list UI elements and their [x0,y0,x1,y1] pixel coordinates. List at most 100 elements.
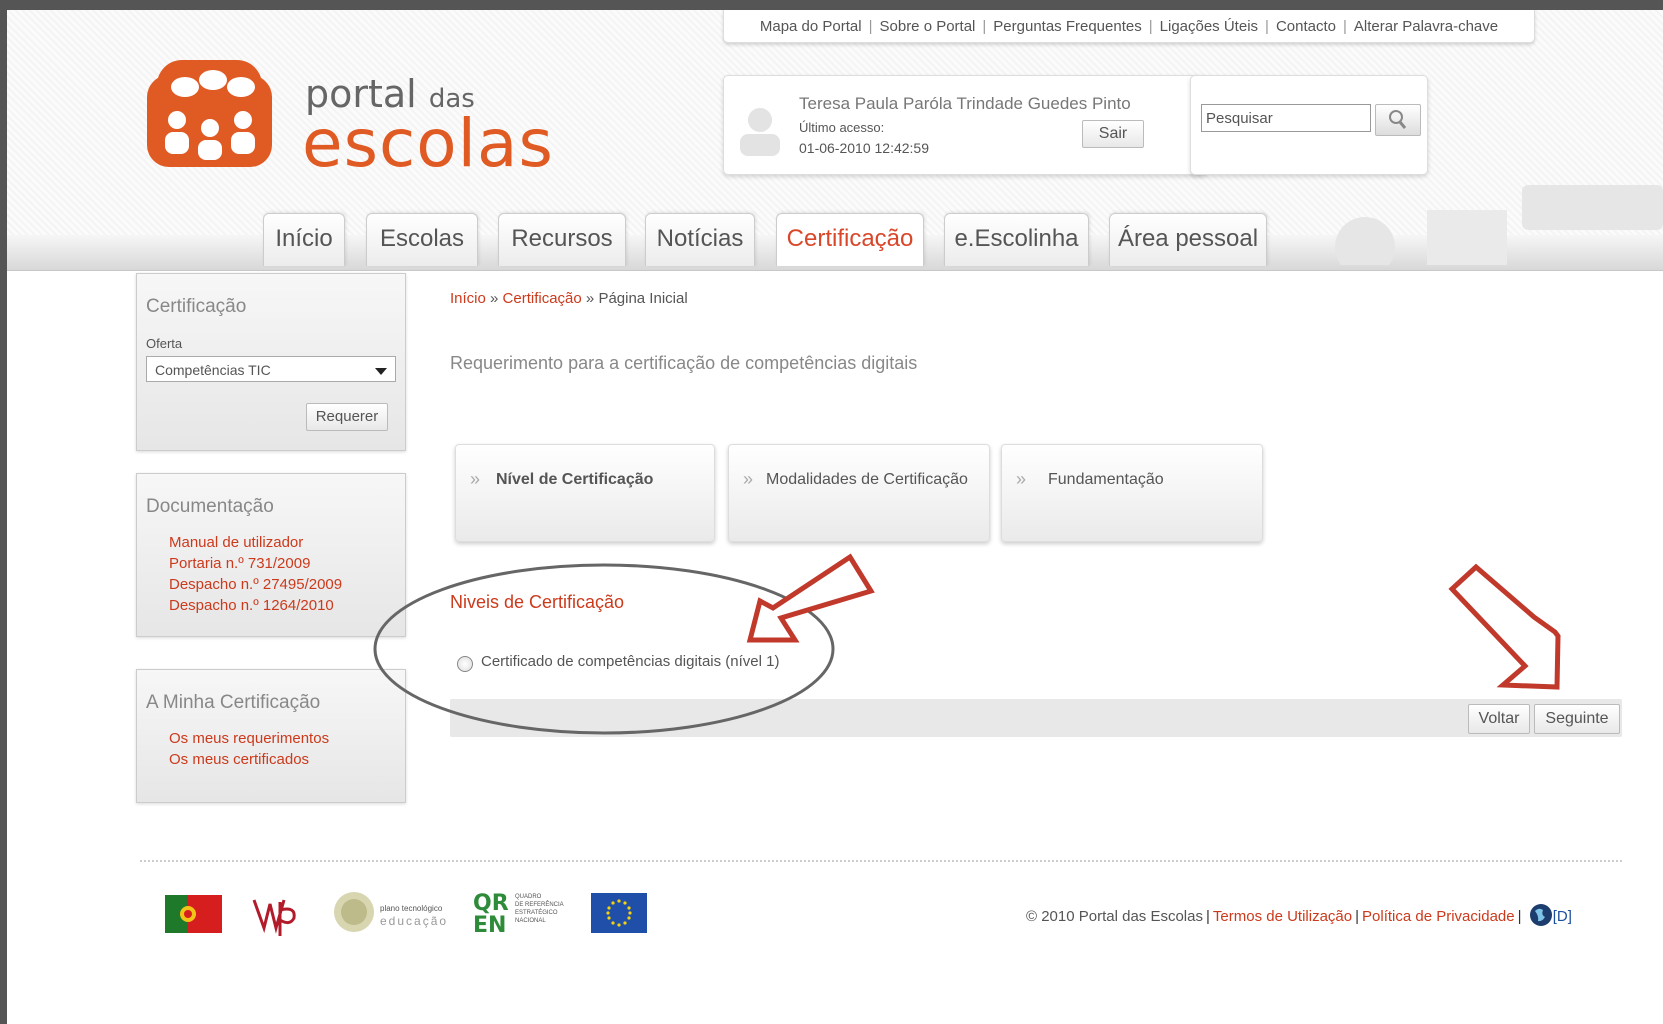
pte-seal-icon [334,892,374,932]
globe-icon[interactable] [1529,903,1553,927]
cd-icon [1335,217,1395,265]
qren-mark-icon: QR EN [473,891,509,934]
link-alterar-palavra-chave[interactable]: Alterar Palavra-chave [1354,18,1498,35]
tab-area-pessoal[interactable]: Área pessoal [1109,213,1267,266]
link-ligacoes-uteis[interactable]: Ligações Úteis [1160,18,1258,35]
pte-text-bottom: educação [380,914,449,928]
breadcrumb-home[interactable]: Início [450,290,486,307]
level-1-radio[interactable] [457,656,473,672]
step-modalidades[interactable]: » Modalidades de Certificação [728,444,990,542]
step-nivel-certificacao[interactable]: » Nível de Certificação [455,444,715,542]
sidebar-minha-title: A Minha Certificação [146,692,321,713]
section-title: Niveis de Certificação [450,592,625,612]
separator: | [1517,908,1522,925]
sidebar-documentacao-title: Documentação [146,496,274,517]
header-decoration-icons [1335,185,1663,265]
page: Mapa do Portal | Sobre o Portal | Pergunta… [7,10,1663,1024]
breadcrumb-current: Página Inicial [598,290,688,307]
search-input[interactable] [1201,104,1371,132]
offer-select[interactable]: Competências TIC [146,356,396,382]
sidebar-certificacao-title: Certificação [146,296,247,317]
qren-logo: QR EN QUADRO DE REFERÊNCIA ESTRATÉGICO N… [473,890,564,936]
double-chevron-icon: » [470,469,481,489]
top-links-bar: Mapa do Portal | Sobre o Portal | Pergunta… [723,10,1535,43]
level-1-label[interactable]: Certificado de competências digitais (ní… [481,653,779,670]
qren-text-1: QUADRO [515,894,542,900]
offer-label: Oferta [146,336,183,351]
step-label: Nível de Certificação [496,471,654,488]
sidebar-certificacao-box: Certificação Oferta Competências TIC Req… [136,273,406,451]
book-icon [1427,210,1507,265]
page-title: Requerimento para a certificação de comp… [450,353,918,373]
search-button[interactable] [1375,104,1421,136]
qren-text-3: ESTRATÉGICO [515,910,558,916]
breadcrumb-sep: » [585,290,595,307]
breadcrumb: Início » Certificação » Página Inicial [450,290,688,307]
breadcrumb-sep: » [490,290,499,307]
chevron-down-icon [375,368,387,375]
doc-link-despacho-1264[interactable]: Despacho n.º 1264/2010 [169,597,334,614]
separator: | [1205,908,1210,925]
sidebar-documentacao-box: Documentação Manual de utilizador Portar… [136,473,406,637]
last-access-label: Último acesso: [799,120,885,135]
logout-button[interactable]: Sair [1082,120,1144,148]
double-chevron-icon: » [743,469,754,489]
portugal-flag-logo [165,895,222,933]
separator: | [982,17,987,35]
offer-select-value: Competências TIC [155,362,271,378]
qren-text-2: DE REFERÊNCIA [515,902,564,908]
sidebar-minha-box: A Minha Certificação Os meus requeriment… [136,669,406,803]
doc-link-manual[interactable]: Manual de utilizador [169,534,303,551]
device-icon [1522,185,1663,230]
request-button[interactable]: Requerer [306,403,388,431]
search-box [1190,75,1428,175]
separator: | [1265,17,1269,35]
tab-certificacao[interactable]: Certificação [776,213,924,266]
double-chevron-icon: » [1016,469,1027,489]
svg-text:EN: EN [473,913,506,934]
portal-logo[interactable]: portal das escolas [147,50,597,182]
step-label: Fundamentação [1048,471,1164,488]
separator: | [1355,908,1360,925]
separator: | [868,17,873,35]
tab-noticias[interactable]: Notícias [645,213,755,266]
avatar [740,108,780,156]
language-link[interactable]: [D] [1553,908,1572,925]
logo-text-escolas: escolas [302,105,554,182]
qren-text-4: NACIONAL [515,918,546,924]
tab-escolinha[interactable]: e.Escolinha [944,213,1089,266]
tab-recursos[interactable]: Recursos [498,213,626,266]
next-button[interactable]: Seguinte [1534,704,1620,734]
last-access-date: 01-06-2010 12:42:59 [799,140,929,156]
plano-tecnologico-logo: plano tecnológico educação [332,890,452,936]
step-fundamentacao[interactable]: » Fundamentação [1001,444,1263,542]
separator: | [1342,17,1347,35]
tab-inicio[interactable]: Início [263,213,345,266]
link-mapa-portal[interactable]: Mapa do Portal [760,18,862,35]
privacy-link[interactable]: Política de Privacidade [1362,908,1515,925]
separator: | [1148,17,1153,35]
link-perguntas-frequentes[interactable]: Perguntas Frequentes [993,18,1141,35]
copyright-text: © 2010 Portal das Escolas [1026,908,1203,925]
link-meus-requerimentos[interactable]: Os meus requerimentos [169,730,329,747]
breadcrumb-section[interactable]: Certificação [503,290,582,307]
footer-copyright-line: © 2010 Portal das Escolas | Termos de Util… [1026,903,1572,927]
back-button[interactable]: Voltar [1468,704,1530,734]
user-name: Teresa Paula Paróla Trindade Guedes Pint… [799,94,1131,113]
footer-divider [140,860,1622,862]
link-sobre-portal[interactable]: Sobre o Portal [880,18,976,35]
eu-flag-logo [591,893,647,933]
pte-text-top: plano tecnológico [380,904,443,913]
user-box: Teresa Paula Paróla Trindade Guedes Pint… [723,75,1207,175]
tab-escolas[interactable]: Escolas [366,213,478,266]
action-bar [450,699,1622,737]
me-logo [252,899,296,936]
terms-link[interactable]: Termos de Utilização [1213,908,1352,925]
magnifier-icon [1389,110,1407,129]
doc-link-portaria[interactable]: Portaria n.º 731/2009 [169,555,310,572]
step-label: Modalidades de Certificação [766,471,968,488]
link-meus-certificados[interactable]: Os meus certificados [169,751,309,768]
link-contacto[interactable]: Contacto [1276,18,1336,35]
logo-people-icon [147,60,272,167]
doc-link-despacho-27495[interactable]: Despacho n.º 27495/2009 [169,576,342,593]
